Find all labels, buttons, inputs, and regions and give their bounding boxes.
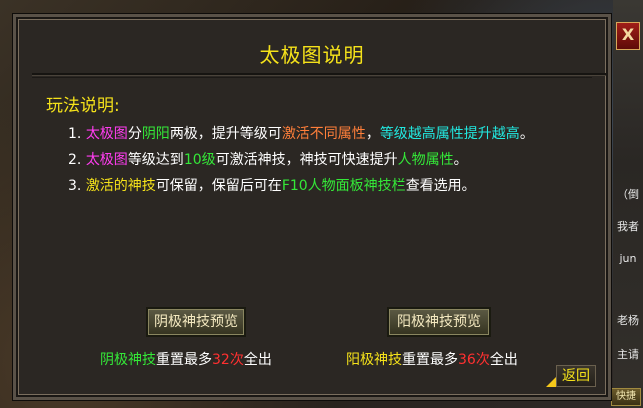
rule-text: 太极图 [85, 126, 128, 142]
back-button[interactable]: 返回 [556, 365, 596, 387]
rule-text: 太极图 [85, 152, 128, 168]
side-chat-item[interactable]: jun [613, 250, 643, 268]
rule-text: ， [365, 126, 380, 142]
rule-text: 可激活神技，神技可快速提升 [215, 152, 398, 168]
yin-reset-info: 阴极神技重置最多32次全出 [100, 349, 272, 369]
rule-text: 两极，提升等级可 [169, 126, 282, 142]
rule-text: 2. [68, 152, 86, 168]
rule-text: 激活的神技 [85, 178, 156, 194]
rule-text: 。 [519, 126, 534, 142]
rule-text: 10级 [183, 152, 216, 168]
section-label: 玩法说明: [46, 96, 120, 116]
yin-reset-text: 32次 [212, 352, 244, 368]
rule-text: 查看选用。 [405, 178, 476, 194]
scene-side-strip: X （倒 我者 jun 老杨 主请 快捷 [611, 0, 643, 408]
panel-header: 太极图说明 [32, 27, 592, 78]
yin-reset-text: 全出 [243, 352, 272, 368]
header-divider [32, 73, 606, 75]
rule-text: 等级达到 [127, 152, 184, 168]
yang-reset-text: 重置最多 [402, 352, 458, 368]
yang-reset-text: 阳极神技 [346, 352, 402, 368]
rule-text: 3. [68, 178, 86, 194]
side-chat-item[interactable]: 老杨 [613, 312, 643, 330]
yang-reset-text: 全出 [489, 352, 518, 368]
yin-skill-preview-button[interactable]: 阴极神技预览 [146, 307, 246, 337]
corner-arrow-icon [546, 377, 556, 387]
side-chat-item[interactable]: 主请 [613, 346, 643, 364]
taiji-info-panel: 太极图说明 玩法说明: 1. 太极图分阴阳两极，提升等级可激活不同属性，等级越高… [13, 14, 611, 400]
rules-list: 1. 太极图分阴阳两极，提升等级可激活不同属性，等级越高属性提升越高。 2. 太极… [68, 121, 588, 199]
side-chat-item[interactable]: 我者 [613, 218, 643, 236]
rule-text: F10人物面板神技栏 [281, 178, 406, 194]
rule-line: 2. 太极图等级达到10级可激活神技，神技可快速提升人物属性。 [68, 147, 588, 173]
yang-reset-info: 阳极神技重置最多36次全出 [346, 349, 518, 369]
rule-text: 激活不同属性 [281, 126, 366, 142]
yang-reset-text: 36次 [458, 352, 490, 368]
rule-text: 1. [68, 126, 86, 142]
yin-reset-text: 重置最多 [156, 352, 212, 368]
rule-text: 等级越高属性提升越高 [379, 126, 520, 142]
side-chat-item[interactable]: （倒 [613, 186, 643, 204]
yin-reset-text: 阴极神技 [100, 352, 156, 368]
close-button[interactable]: X [616, 22, 640, 50]
rule-text: 分 [127, 126, 142, 142]
rule-text: 人物属性 [397, 152, 454, 168]
game-scene: X （倒 我者 jun 老杨 主请 快捷 太极图说明 玩法说明: 1. 太极图分… [0, 0, 643, 408]
rule-line: 1. 太极图分阴阳两极，提升等级可激活不同属性，等级越高属性提升越高。 [68, 121, 588, 147]
panel-title: 太极图说明 [259, 43, 365, 67]
quick-button[interactable]: 快捷 [611, 388, 641, 406]
yang-skill-preview-button[interactable]: 阳极神技预览 [387, 307, 491, 337]
rule-text: 可保留，保留后可在 [155, 178, 282, 194]
rule-text: 阴阳 [141, 126, 170, 142]
rule-text: 。 [453, 152, 468, 168]
rule-line: 3. 激活的神技可保留，保留后可在F10人物面板神技栏查看选用。 [68, 173, 588, 199]
